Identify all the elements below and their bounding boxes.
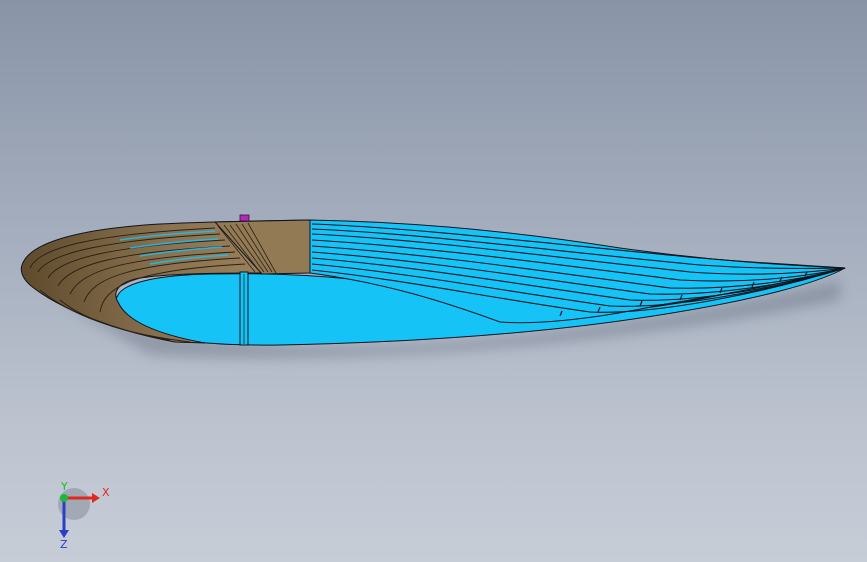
marker-block[interactable] [239,214,250,222]
shear-web[interactable] [239,271,249,346]
z-axis-label: Z [60,538,68,550]
x-axis-label: X [102,486,110,499]
airfoil-blade-model[interactable] [0,0,867,562]
graphics-viewport[interactable]: X Y Z [0,0,867,562]
orientation-triad[interactable]: X Y Z [40,480,120,550]
y-axis-dot-icon [60,494,68,502]
y-axis-label: Y [60,480,68,493]
x-arrowhead-icon [92,493,100,503]
z-arrowhead-icon [59,530,69,538]
